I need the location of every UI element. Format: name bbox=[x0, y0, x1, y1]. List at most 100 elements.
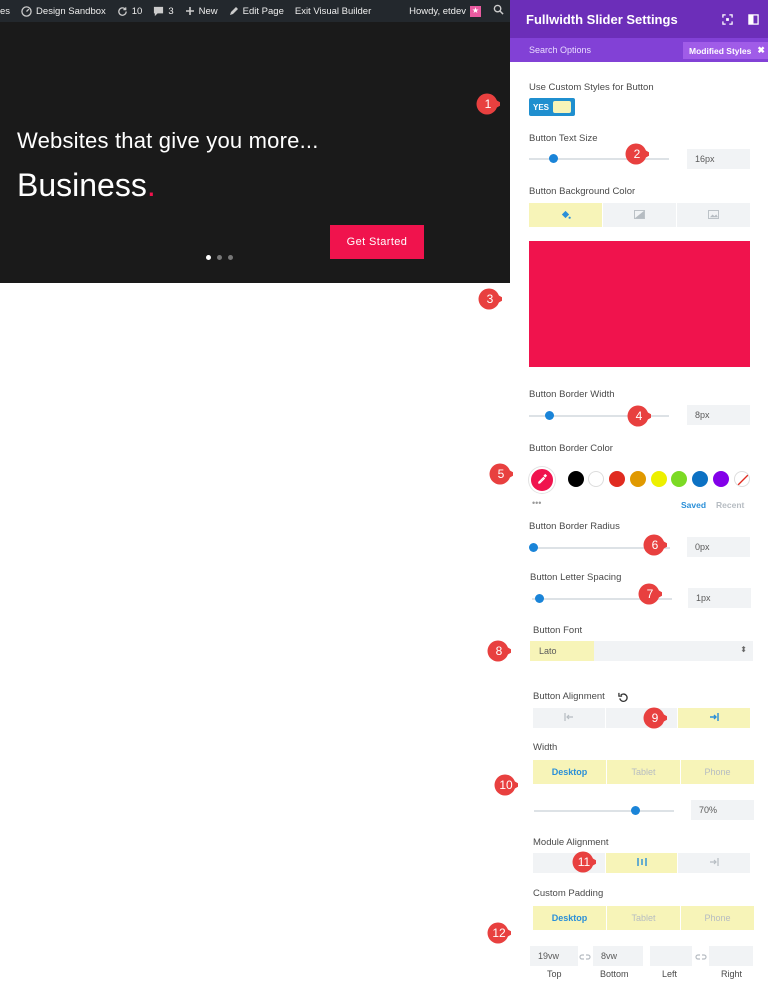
link-top-bottom-icon[interactable] bbox=[579, 950, 591, 968]
reset-icon[interactable] bbox=[618, 690, 629, 708]
callout-10: 10 bbox=[494, 773, 518, 797]
border-width-slider-knob[interactable] bbox=[544, 411, 554, 420]
border-radius-input[interactable]: 0px bbox=[687, 537, 750, 557]
width-slider-track[interactable] bbox=[534, 810, 674, 812]
comments-count: 3 bbox=[168, 5, 174, 17]
swatch-orange[interactable] bbox=[630, 471, 646, 487]
admin-bar-new[interactable]: New bbox=[185, 6, 218, 17]
callout-9: 9 bbox=[643, 706, 667, 730]
module-alignment-label: Module Alignment bbox=[533, 837, 609, 848]
slider-dot-2[interactable] bbox=[217, 255, 222, 260]
padding-tab-phone[interactable]: Phone bbox=[681, 906, 754, 930]
align-center-option[interactable] bbox=[606, 708, 679, 728]
bg-type-tabs bbox=[529, 203, 750, 227]
slide-heading-text: Business bbox=[17, 167, 147, 203]
swatch-red[interactable] bbox=[609, 471, 625, 487]
callout-7: 7 bbox=[638, 582, 662, 606]
site-name-label: Design Sandbox bbox=[36, 5, 106, 17]
text-size-slider-knob[interactable] bbox=[549, 154, 558, 163]
button-letter-spacing-label: Button Letter Spacing bbox=[530, 572, 622, 583]
callout-8: 8 bbox=[487, 639, 511, 663]
bg-color-preview[interactable] bbox=[529, 241, 750, 367]
width-input[interactable]: 70% bbox=[691, 800, 754, 820]
module-align-center-option[interactable] bbox=[605, 853, 679, 873]
align-left-option[interactable] bbox=[533, 708, 606, 728]
new-label: New bbox=[198, 5, 218, 17]
border-width-input[interactable]: 8px bbox=[687, 405, 750, 425]
more-colors-icon[interactable]: ••• bbox=[532, 498, 541, 508]
bg-gradient-tab[interactable] bbox=[603, 203, 677, 227]
callout-6: 6 bbox=[643, 533, 667, 557]
callout-12: 12 bbox=[487, 921, 511, 945]
swatch-blue[interactable] bbox=[692, 471, 708, 487]
swatch-white[interactable] bbox=[588, 471, 604, 487]
use-custom-styles-toggle[interactable]: YES bbox=[529, 98, 575, 116]
callout-3: 3 bbox=[478, 287, 502, 311]
width-tab-desktop[interactable]: Desktop bbox=[533, 760, 607, 784]
padding-left-input[interactable] bbox=[650, 946, 692, 966]
admin-bar-comments[interactable]: 3 bbox=[153, 5, 174, 17]
button-bg-color-label: Button Background Color bbox=[529, 186, 636, 197]
callout-7-number: 7 bbox=[646, 587, 654, 601]
close-icon[interactable]: ✖ bbox=[757, 45, 765, 56]
wp-admin-bar: es Design Sandbox 10 3 New Edit Page Exi… bbox=[0, 0, 510, 22]
border-color-picker-button[interactable] bbox=[529, 467, 555, 493]
padding-right-input[interactable] bbox=[709, 946, 753, 966]
use-custom-styles-label: Use Custom Styles for Button bbox=[529, 82, 654, 93]
button-border-radius-label: Button Border Radius bbox=[529, 521, 620, 532]
swatch-black[interactable] bbox=[568, 471, 584, 487]
callout-9-number: 9 bbox=[651, 711, 659, 725]
slider-dot-3[interactable] bbox=[228, 255, 233, 260]
search-icon[interactable] bbox=[493, 4, 504, 18]
swatch-purple[interactable] bbox=[713, 471, 729, 487]
font-select-value: Lato bbox=[530, 641, 594, 661]
align-left-icon bbox=[564, 713, 574, 723]
letter-spacing-slider-knob[interactable] bbox=[535, 594, 545, 603]
padding-top-input[interactable]: 19vw bbox=[530, 946, 578, 966]
search-options-input[interactable]: Search Options bbox=[529, 45, 591, 55]
width-tab-phone[interactable]: Phone bbox=[681, 760, 754, 784]
callout-11: 11 bbox=[572, 850, 596, 874]
align-right-icon bbox=[709, 713, 719, 723]
bg-image-tab[interactable] bbox=[677, 203, 750, 227]
admin-bar-account[interactable]: Howdy, etdev ★ bbox=[409, 5, 481, 17]
sidebar-toggle-icon[interactable] bbox=[746, 12, 760, 26]
fullscreen-icon[interactable] bbox=[720, 12, 734, 26]
modified-styles-filter[interactable]: Modified Styles ✖ bbox=[683, 42, 768, 59]
admin-bar-exit-builder[interactable]: Exit Visual Builder bbox=[295, 6, 371, 17]
callout-2-number: 2 bbox=[633, 147, 641, 161]
link-left-right-icon[interactable] bbox=[695, 950, 707, 968]
admin-bar-site-fragment[interactable]: es bbox=[0, 6, 10, 17]
slider-dot-1[interactable] bbox=[206, 255, 211, 260]
site-fragment-label: es bbox=[0, 5, 11, 17]
padding-top-label: Top bbox=[547, 969, 562, 979]
callout-1: 1 bbox=[476, 92, 500, 116]
button-alignment-options bbox=[533, 708, 751, 728]
align-right-option[interactable] bbox=[678, 708, 751, 728]
padding-bottom-input[interactable]: 8vw bbox=[593, 946, 643, 966]
callout-6-number: 6 bbox=[651, 538, 659, 552]
text-size-input[interactable]: 16px bbox=[687, 149, 750, 169]
width-slider-knob[interactable] bbox=[631, 806, 640, 815]
admin-bar-site-link[interactable]: Design Sandbox bbox=[21, 6, 106, 17]
font-select[interactable]: Lato ⬍ bbox=[530, 641, 753, 661]
padding-tab-tablet[interactable]: Tablet bbox=[607, 906, 681, 930]
admin-bar-edit-page[interactable]: Edit Page bbox=[229, 6, 284, 17]
saved-colors-tab[interactable]: Saved bbox=[681, 500, 706, 510]
module-align-right-option[interactable] bbox=[678, 853, 750, 873]
paint-bucket-icon bbox=[560, 209, 571, 222]
callout-2: 2 bbox=[625, 142, 649, 166]
admin-bar-updates[interactable]: 10 bbox=[117, 6, 142, 17]
letter-spacing-input[interactable]: 1px bbox=[688, 588, 751, 608]
swatch-green[interactable] bbox=[671, 471, 687, 487]
border-radius-slider-knob[interactable] bbox=[529, 543, 538, 552]
padding-tab-desktop[interactable]: Desktop bbox=[533, 906, 607, 930]
swatch-yellow[interactable] bbox=[651, 471, 667, 487]
recent-colors-tab[interactable]: Recent bbox=[716, 500, 744, 510]
get-started-button[interactable]: Get Started bbox=[330, 225, 424, 259]
width-tab-tablet[interactable]: Tablet bbox=[607, 760, 681, 784]
callout-1-number: 1 bbox=[484, 97, 492, 111]
avatar: ★ bbox=[470, 5, 481, 17]
swatch-none[interactable] bbox=[734, 471, 750, 487]
bg-color-tab[interactable] bbox=[529, 203, 603, 227]
